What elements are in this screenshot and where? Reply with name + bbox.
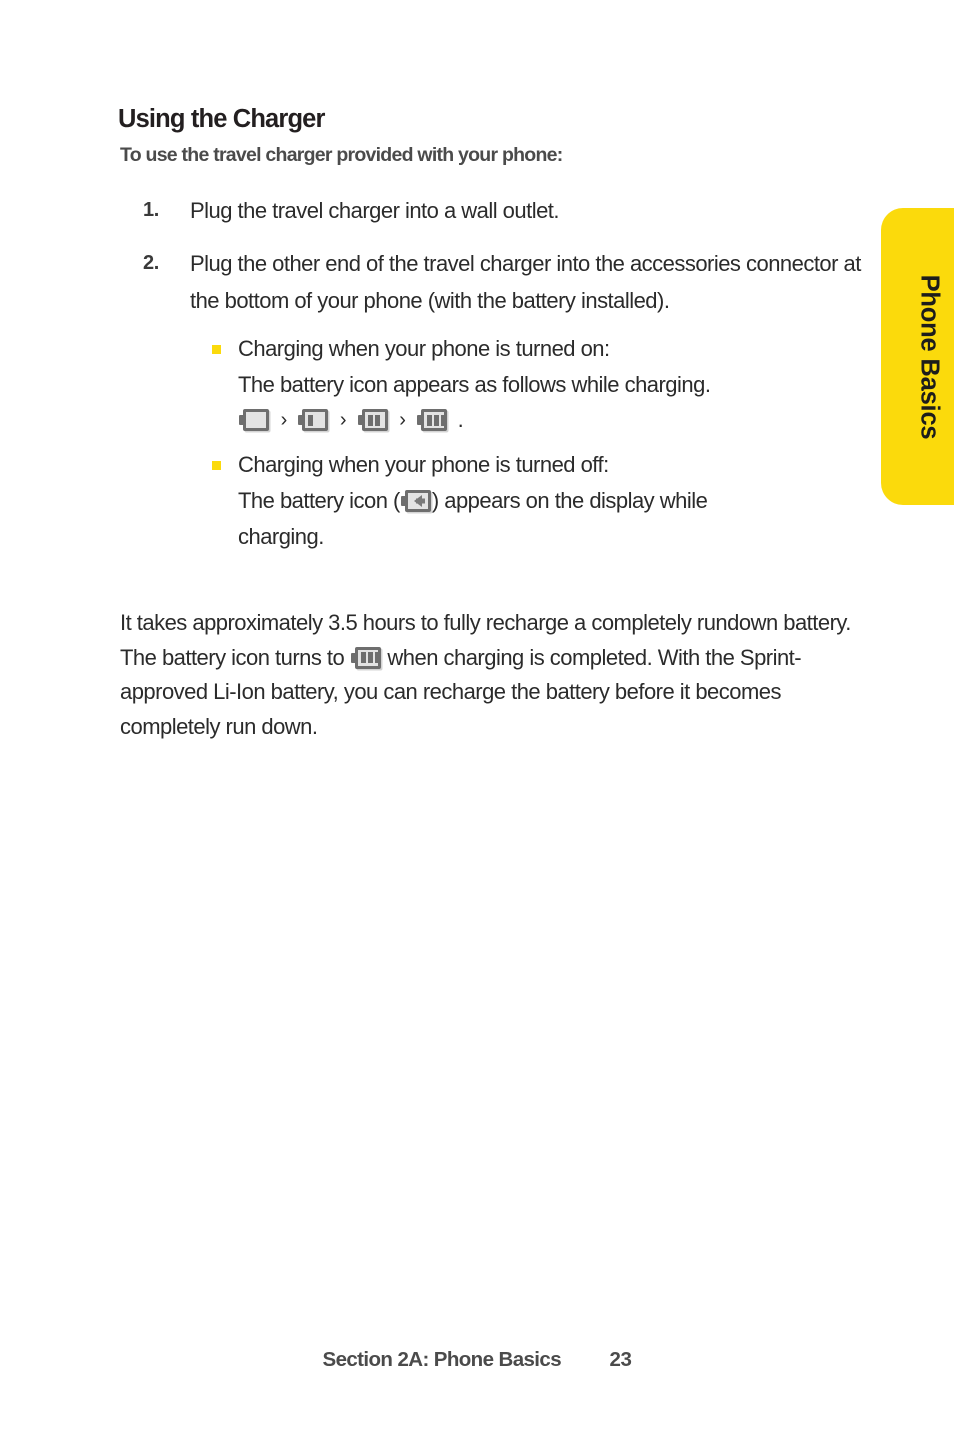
battery-progression-row: › › › . xyxy=(238,405,870,435)
substeps-list: Charging when your phone is turned on: T… xyxy=(190,331,870,555)
battery-shell xyxy=(354,646,381,669)
charging-arrow-head xyxy=(413,495,422,507)
steps-list: 1. Plug the travel charger into a wall o… xyxy=(140,192,870,571)
battery-bar xyxy=(374,652,380,663)
battery-shell xyxy=(243,409,269,431)
progression-separator-3: › xyxy=(399,409,406,431)
step-number-1: 1. xyxy=(143,199,159,221)
battery-full-icon xyxy=(350,646,381,669)
battery-level-bars xyxy=(367,414,382,426)
battery-bar xyxy=(360,652,366,663)
closing-paragraph: It takes approximately 3.5 hours to full… xyxy=(120,606,872,744)
step-text-1: Plug the travel charger into a wall outl… xyxy=(190,198,559,223)
progression-separator-1: › xyxy=(280,409,288,431)
battery-level-bars xyxy=(308,414,322,426)
battery-shell xyxy=(420,409,447,431)
step-text-2: Plug the other end of the travel charger… xyxy=(190,251,861,313)
substep-item-charging-off: Charging when your phone is turned off: … xyxy=(210,447,870,555)
battery-three-bars-icon xyxy=(416,409,447,431)
substep-off-line-1: Charging when your phone is turned off: xyxy=(238,452,609,477)
substep-item-charging-on: Charging when your phone is turned on: T… xyxy=(210,331,870,435)
battery-two-bars-icon xyxy=(357,409,388,431)
section-tab-label: Phone Basics xyxy=(915,274,943,439)
step-item-2: 2. Plug the other end of the travel char… xyxy=(140,245,870,555)
battery-bar xyxy=(433,414,439,426)
battery-bar xyxy=(367,414,373,426)
step-number-2: 2. xyxy=(143,252,159,274)
battery-one-bar-icon xyxy=(298,409,329,431)
footer-section-label: Section 2A: Phone Basics xyxy=(322,1348,562,1371)
substep-off-line-2-before: The battery icon ( xyxy=(238,488,400,513)
substep-off-line-3: charging. xyxy=(238,524,324,549)
manual-page: Phone Basics Using the Charger To use th… xyxy=(0,0,954,1431)
bullet-square-icon xyxy=(212,345,221,354)
battery-shell xyxy=(404,490,431,512)
footer-inner: Section 2A: Phone Basics 23 xyxy=(323,1348,632,1372)
battery-level-bars xyxy=(360,652,380,663)
battery-shell xyxy=(302,409,329,431)
battery-bar xyxy=(367,652,373,663)
intro-line: To use the travel charger provided with … xyxy=(120,144,563,166)
page-title: Using the Charger xyxy=(118,105,325,134)
battery-empty-icon xyxy=(239,409,269,431)
battery-bar xyxy=(374,414,380,426)
battery-charging-arrow-icon xyxy=(400,490,431,512)
page-footer: Section 2A: Phone Basics 23 xyxy=(0,1348,954,1372)
battery-bar xyxy=(308,414,314,426)
step-item-1: 1. Plug the travel charger into a wall o… xyxy=(140,192,870,229)
substep-line-1: Charging when your phone is turned on: xyxy=(238,336,610,361)
substep-off-line-2-after: ) appears on the display while xyxy=(431,488,708,513)
section-tab-phone-basics: Phone Basics xyxy=(881,208,954,505)
battery-bar xyxy=(426,414,432,426)
progression-separator-2: › xyxy=(339,409,347,431)
progression-trailing-period: . xyxy=(457,407,464,432)
battery-bar xyxy=(440,414,446,426)
battery-shell xyxy=(361,409,388,431)
battery-level-bars xyxy=(426,414,446,426)
footer-page-number: 23 xyxy=(609,1348,632,1371)
substep-line-2: The battery icon appears as follows whil… xyxy=(238,372,711,397)
bullet-square-icon xyxy=(212,461,221,470)
